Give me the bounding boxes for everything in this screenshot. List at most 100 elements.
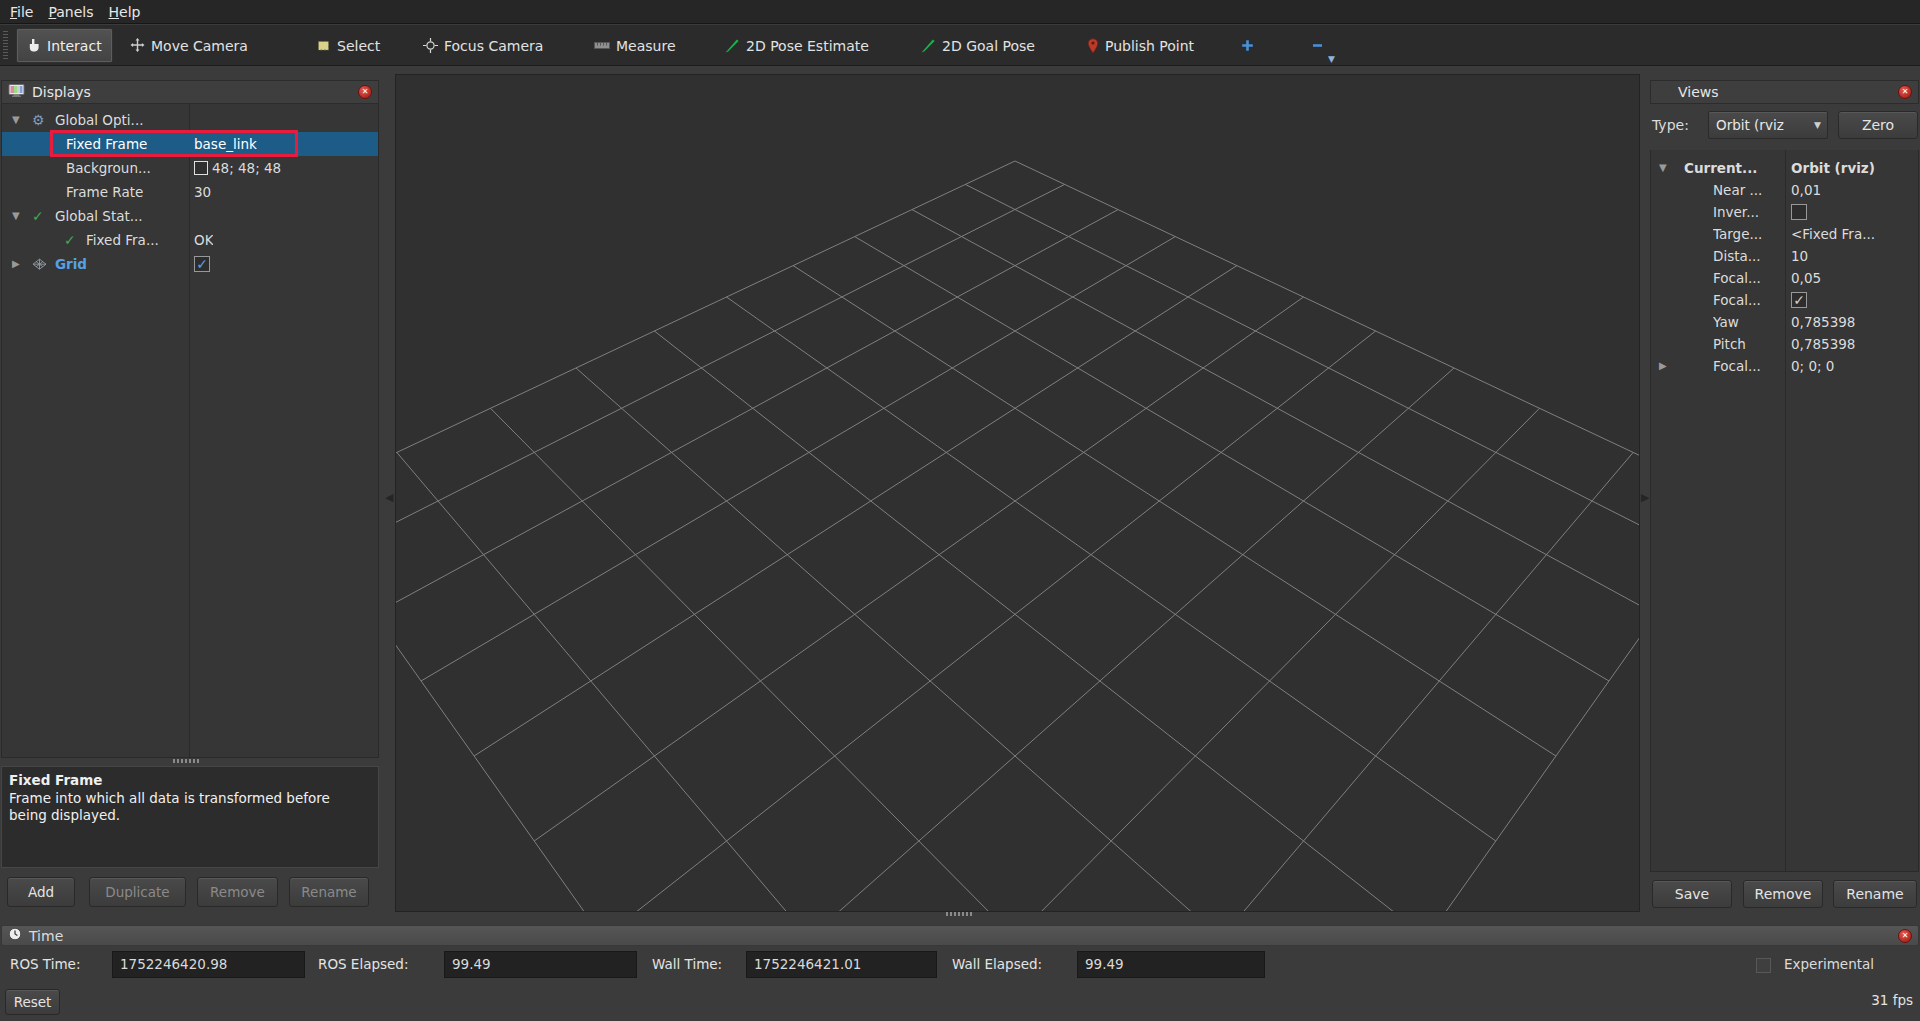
displays-icon — [8, 83, 25, 101]
chevron-down-icon: ▼ — [1814, 112, 1821, 138]
3d-viewport[interactable] — [395, 74, 1640, 912]
property-checkbox[interactable]: ✓ — [1791, 292, 1807, 308]
zero-button[interactable]: Zero — [1838, 111, 1918, 139]
save-view-button[interactable]: Save — [1652, 880, 1732, 908]
display-row-global-stat-[interactable]: ▼✓Global Stat... — [2, 204, 378, 228]
view-row-current-[interactable]: ▼ Current... Orbit (rviz) — [1651, 157, 1918, 179]
pin-icon — [1087, 38, 1099, 54]
color-swatch[interactable] — [194, 161, 208, 175]
remove-tool-caret-icon[interactable]: ▼ — [1328, 54, 1335, 64]
close-icon[interactable]: ✕ — [1898, 85, 1912, 99]
tool-interact[interactable]: Interact — [16, 28, 113, 63]
reset-button[interactable]: Reset — [5, 989, 60, 1015]
view-row-focal-[interactable]: ▶Focal...0; 0; 0 — [1651, 355, 1918, 377]
expander-down-icon[interactable]: ▼ — [1659, 157, 1667, 179]
views-tree[interactable]: ▼ Current... Orbit (rviz)Near ...0,01Inver… — [1650, 150, 1919, 872]
toolbar: Interact Move Camera Select Focus Camera Mea… — [0, 25, 1920, 66]
display-row-frame-rate[interactable]: Frame Rate 30 — [2, 180, 378, 204]
property-value[interactable]: 0,05 — [1791, 267, 1821, 289]
experimental-checkbox[interactable] — [1756, 958, 1771, 973]
toolbar-grip[interactable] — [3, 31, 8, 60]
viewport-splitter-handle[interactable] — [946, 912, 972, 916]
property-label: Targe... — [1713, 223, 1762, 245]
property-value[interactable]: 0,01 — [1791, 179, 1821, 201]
display-row-grid[interactable]: ▶ Grid ✓ — [2, 252, 378, 276]
property-value[interactable]: OK — [194, 228, 213, 252]
view-row-focal-[interactable]: Focal...✓ — [1651, 289, 1918, 311]
close-icon[interactable]: ✕ — [358, 85, 372, 99]
minus-icon — [1310, 38, 1325, 53]
ros-time-field[interactable]: 1752246420.98 — [112, 951, 305, 978]
tool-select[interactable]: Select — [316, 25, 380, 66]
remove-view-button[interactable]: Remove — [1743, 880, 1823, 908]
displays-panel-title: Displays — [32, 84, 91, 100]
menu-help[interactable]: Help — [109, 4, 141, 20]
property-value[interactable]: 30 — [194, 180, 211, 204]
displays-panel-header[interactable]: Displays ✕ — [1, 80, 379, 104]
displays-tree[interactable]: ▼⚙Global Opti...Fixed Framebase_linkBack… — [1, 104, 379, 758]
display-row-fixed-fra-[interactable]: ✓Fixed Fra...OK — [2, 228, 378, 252]
expander-right-icon[interactable]: ▶ — [12, 252, 20, 276]
enabled-checkbox[interactable]: ✓ — [194, 256, 210, 272]
tool-2d-pose-estimate[interactable]: 2D Pose Estimate — [725, 25, 869, 66]
wall-time-field[interactable]: 1752246421.01 — [746, 951, 937, 978]
property-value[interactable]: 48; 48; 48 — [212, 156, 281, 180]
property-value[interactable]: 0,785398 — [1791, 333, 1855, 355]
time-panel-header[interactable]: Time ✕ — [1, 925, 1919, 946]
green-arrow-icon — [921, 38, 936, 53]
views-panel-header[interactable]: Views ✕ — [1650, 80, 1919, 104]
tool-publish-point[interactable]: Publish Point — [1087, 25, 1194, 66]
property-value[interactable]: 10 — [1791, 245, 1808, 267]
property-label: Current... — [1684, 157, 1757, 179]
property-value[interactable]: <Fixed Fra... — [1791, 223, 1875, 245]
tool-measure[interactable]: Measure — [594, 25, 676, 66]
add-tool-button[interactable] — [1240, 25, 1255, 66]
view-type-dropdown[interactable]: Orbit (rviz ▼ — [1708, 111, 1828, 139]
check-icon: ✓ — [32, 204, 44, 228]
gear-icon: ⚙ — [32, 108, 45, 132]
expander-down-icon[interactable]: ▼ — [12, 204, 20, 228]
grid-3d — [396, 75, 1639, 911]
property-value[interactable]: Orbit (rviz) — [1791, 157, 1875, 179]
view-row-targe-[interactable]: Targe... <Fixed Fra... — [1651, 223, 1918, 245]
view-row-near-[interactable]: Near ...0,01 — [1651, 179, 1918, 201]
rename-view-button[interactable]: Rename — [1833, 880, 1917, 908]
wall-time-label: Wall Time: — [652, 951, 722, 978]
ros-elapsed-field[interactable]: 99.49 — [444, 951, 637, 978]
tool-move-camera[interactable]: Move Camera — [130, 25, 248, 66]
fps-counter: 31 fps — [1871, 992, 1913, 1008]
clock-icon — [8, 927, 22, 944]
view-row-pitch[interactable]: Pitch0,785398 — [1651, 333, 1918, 355]
property-value[interactable]: 0,785398 — [1791, 311, 1855, 333]
ros-time-label: ROS Time: — [10, 951, 80, 978]
add-button[interactable]: Add — [7, 877, 75, 907]
view-row-inver-[interactable]: Inver... — [1651, 201, 1918, 223]
collapse-left-arrow-icon[interactable]: ◀ — [385, 491, 393, 504]
property-label: Fixed Fra... — [86, 228, 159, 252]
expander-right-icon[interactable]: ▶ — [1659, 355, 1667, 377]
view-row-focal-[interactable]: Focal... 0,05 — [1651, 267, 1918, 289]
view-row-yaw[interactable]: Yaw0,785398 — [1651, 311, 1918, 333]
property-label: Focal... — [1713, 267, 1761, 289]
display-row-backgroun-[interactable]: Backgroun...48; 48; 48 — [2, 156, 378, 180]
description-title: Fixed Frame — [9, 772, 371, 789]
ruler-icon — [594, 39, 610, 52]
property-checkbox[interactable] — [1791, 204, 1807, 220]
view-row-dista-[interactable]: Dista...10 — [1651, 245, 1918, 267]
close-icon[interactable]: ✕ — [1898, 929, 1912, 943]
expander-down-icon[interactable]: ▼ — [12, 108, 20, 132]
property-label: Grid — [55, 252, 87, 276]
property-label: Frame Rate — [66, 180, 143, 204]
tool-focus-camera[interactable]: Focus Camera — [423, 25, 543, 66]
property-description: Fixed Frame Frame into which all data is… — [1, 766, 379, 868]
property-value[interactable]: 0; 0; 0 — [1791, 355, 1834, 377]
menu-file[interactable]: File — [10, 4, 33, 20]
collapse-right-arrow-icon[interactable]: ▶ — [1641, 491, 1649, 504]
wall-elapsed-field[interactable]: 99.49 — [1077, 951, 1265, 978]
views-panel-title: Views — [1678, 84, 1719, 100]
display-row-global-opti-[interactable]: ▼⚙Global Opti... — [2, 108, 378, 132]
remove-tool-button[interactable] — [1310, 25, 1325, 66]
menu-panels[interactable]: Panels — [48, 4, 93, 20]
tool-2d-goal-pose[interactable]: 2D Goal Pose — [921, 25, 1035, 66]
splitter-handle[interactable] — [173, 759, 199, 763]
